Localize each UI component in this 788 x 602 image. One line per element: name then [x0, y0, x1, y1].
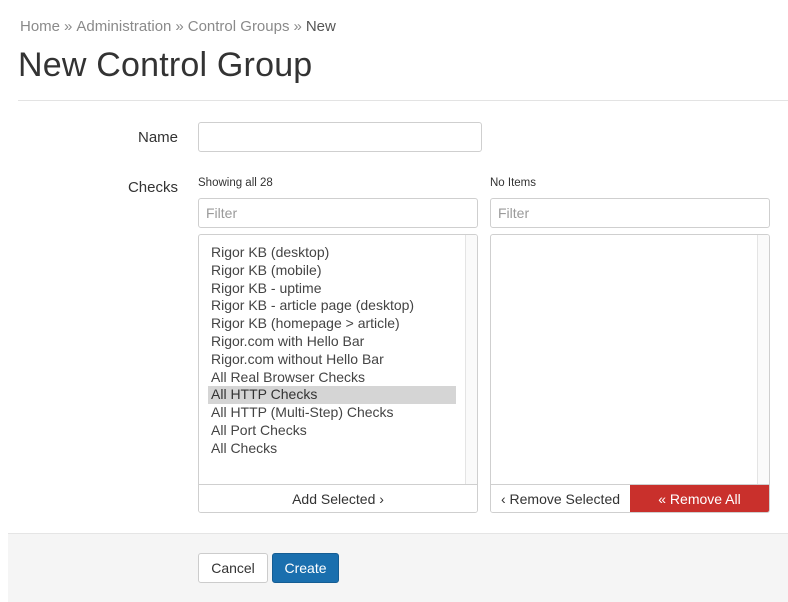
list-item[interactable]: Rigor KB (mobile)	[208, 262, 456, 280]
chosen-list-body	[491, 235, 757, 484]
name-input[interactable]	[198, 122, 482, 152]
list-item[interactable]: Rigor KB - uptime	[208, 280, 456, 298]
list-item[interactable]: All HTTP Checks	[208, 386, 456, 405]
available-list-footer: Add Selected ›	[199, 484, 477, 512]
breadcrumb-separator: »	[293, 18, 302, 35]
breadcrumb-control-groups-link[interactable]: Control Groups	[188, 18, 290, 35]
chosen-filter-input[interactable]	[490, 198, 770, 228]
title-divider	[18, 100, 788, 101]
remove-selected-button[interactable]: ‹ Remove Selected	[491, 485, 630, 512]
breadcrumb-home-link[interactable]: Home	[20, 18, 60, 35]
available-list-scrollbar[interactable]	[465, 235, 477, 484]
available-count-caption: Showing all 28	[198, 177, 273, 189]
list-item[interactable]: Rigor KB (homepage > article)	[208, 315, 456, 333]
list-item[interactable]: Rigor.com without Hello Bar	[208, 351, 456, 369]
breadcrumb-administration-link[interactable]: Administration	[76, 18, 171, 35]
checks-label: Checks	[127, 179, 178, 196]
breadcrumb-separator: »	[175, 18, 184, 35]
create-button[interactable]: Create	[272, 553, 339, 583]
breadcrumb-separator: »	[64, 18, 73, 35]
list-item[interactable]: Rigor.com with Hello Bar	[208, 333, 456, 351]
list-item[interactable]: All Checks	[208, 440, 456, 458]
name-label: Name	[137, 129, 178, 146]
list-item[interactable]: Rigor KB (desktop)	[208, 244, 456, 262]
list-item[interactable]: All Real Browser Checks	[208, 369, 456, 387]
chosen-count-caption: No Items	[490, 177, 537, 189]
available-filter-input[interactable]	[198, 198, 478, 228]
page-title: New Control Group	[18, 46, 313, 84]
chosen-checks-list: ‹ Remove Selected « Remove All	[490, 234, 770, 513]
available-checks-list: Rigor KB (desktop) Rigor KB (mobile) Rigor…	[198, 234, 478, 513]
add-selected-button[interactable]: Add Selected ›	[199, 485, 477, 512]
remove-all-button[interactable]: « Remove All	[630, 485, 769, 512]
breadcrumb: Home» Administration» Control Groups» New	[20, 18, 336, 35]
chosen-list-scrollbar[interactable]	[757, 235, 769, 484]
cancel-button[interactable]: Cancel	[198, 553, 268, 583]
list-item[interactable]: All HTTP (Multi-Step) Checks	[208, 404, 456, 422]
available-list-body: Rigor KB (desktop) Rigor KB (mobile) Rigor…	[199, 235, 465, 484]
list-item[interactable]: Rigor KB - article page (desktop)	[208, 297, 456, 315]
list-item[interactable]: All Port Checks	[208, 422, 456, 440]
chosen-list-footer: ‹ Remove Selected « Remove All	[491, 484, 769, 512]
form-actions-bar	[8, 533, 788, 602]
breadcrumb-current: New	[305, 18, 336, 35]
